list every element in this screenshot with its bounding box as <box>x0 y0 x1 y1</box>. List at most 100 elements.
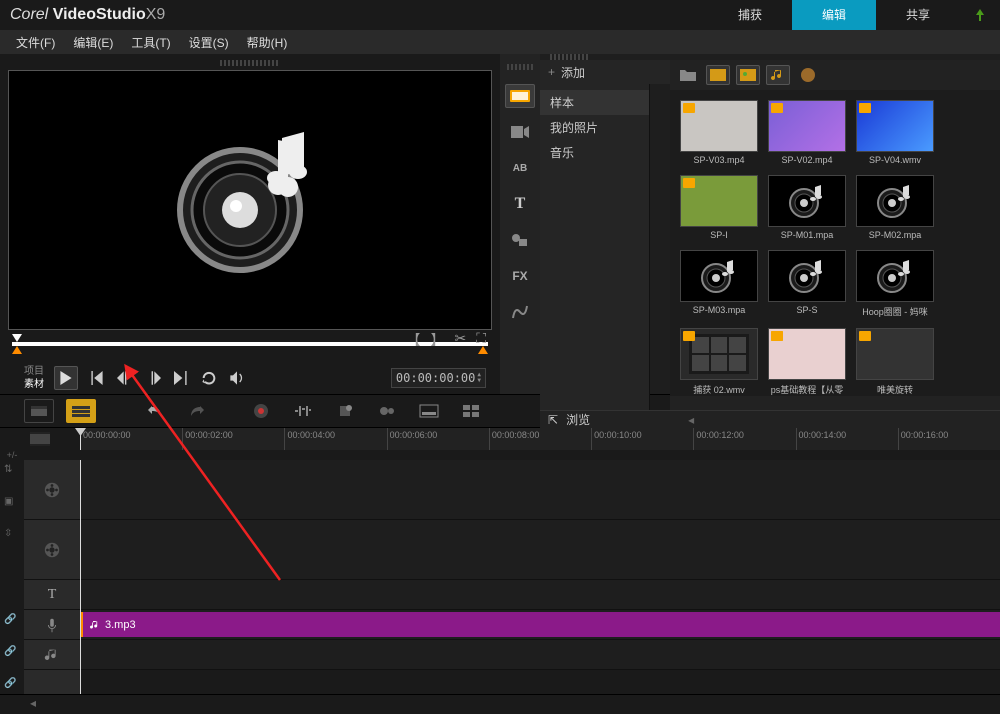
upload-icon[interactable] <box>960 7 1000 23</box>
go-end-button[interactable] <box>172 369 190 387</box>
preview-grip[interactable] <box>220 60 280 66</box>
folder-icon[interactable] <box>676 65 700 85</box>
tree-samples[interactable]: 样本 <box>540 90 649 115</box>
cat-filter-button[interactable]: FX <box>505 264 535 288</box>
music-track-lane[interactable] <box>80 640 1000 670</box>
trim-out-icon[interactable]: 】 <box>430 330 444 350</box>
track-link4-icon[interactable]: 🔗 <box>4 678 20 694</box>
thumb-item[interactable]: Hoop圈圈 - 妈咪 <box>856 250 934 318</box>
cat-path-button[interactable] <box>505 300 535 324</box>
track-music-header[interactable] <box>24 640 80 670</box>
expand-icon[interactable]: ⛶ <box>476 330 486 350</box>
split-icon[interactable]: ✂ <box>454 330 466 350</box>
preview-viewport[interactable] <box>8 70 492 330</box>
thumb-item[interactable]: SP-M01.mpa <box>768 175 846 240</box>
cat-graphics-button[interactable] <box>505 228 535 252</box>
track-video-header[interactable] <box>24 460 80 520</box>
motion-track-button[interactable] <box>372 399 402 423</box>
storyboard-view-button[interactable] <box>24 399 54 423</box>
ruler-mark: 00:00:12:00 <box>693 428 795 450</box>
cat-transition-button[interactable]: AB <box>505 156 535 180</box>
track-voice-header[interactable] <box>24 610 80 640</box>
thumb-item[interactable]: 唯美旋转 <box>856 328 934 396</box>
thumb-item[interactable]: SP-I <box>680 175 758 240</box>
tree-myphotos[interactable]: 我的照片 <box>540 115 649 140</box>
menu-help[interactable]: 帮助(H) <box>239 34 296 51</box>
filter-video-icon[interactable] <box>706 65 730 85</box>
filmstrip-icon <box>29 431 51 447</box>
frame-back-button[interactable] <box>116 369 134 387</box>
seek-playhead[interactable] <box>12 334 22 342</box>
thumb-item[interactable]: SP-V02.mp4 <box>768 100 846 165</box>
scroll-left-icon[interactable]: ◂ <box>30 696 36 710</box>
trim-in-icon[interactable]: 【 <box>406 330 420 350</box>
redo-button[interactable] <box>182 399 212 423</box>
track-lanes: 3.mp3 <box>80 460 1000 694</box>
add-folder-label[interactable]: 添加 <box>561 64 585 81</box>
tab-edit[interactable]: 编辑 <box>792 0 876 30</box>
tab-share[interactable]: 共享 <box>876 0 960 30</box>
thumb-item[interactable]: SP-V03.mp4 <box>680 100 758 165</box>
title-track-lane[interactable] <box>80 580 1000 610</box>
timeline-view-button[interactable] <box>66 399 96 423</box>
thumb-item[interactable]: SP-M02.mpa <box>856 175 934 240</box>
track-title-header[interactable]: T <box>24 580 80 610</box>
library-panel: AB T FX + 添加 样本 我的照片 音乐 <box>500 54 1000 394</box>
cat-video-button[interactable] <box>505 120 535 144</box>
mode-project: 项目 <box>14 365 44 378</box>
undo-button[interactable] <box>140 399 170 423</box>
thumb-item[interactable]: SP-S <box>768 250 846 318</box>
thumb-item[interactable]: SP-M03.mpa <box>680 250 758 318</box>
thumb-label: SP-S <box>768 305 846 315</box>
volume-button[interactable] <box>228 369 246 387</box>
add-folder-icon[interactable]: + <box>548 65 555 79</box>
track-scroll-icon[interactable]: ⇳ <box>4 528 20 544</box>
cat-media-button[interactable] <box>505 84 535 108</box>
thumb-label: SP-M02.mpa <box>856 230 934 240</box>
auto-music-button[interactable] <box>330 399 360 423</box>
filter-photo-icon[interactable] <box>736 65 760 85</box>
lib-nav-left-icon[interactable]: ◂ <box>688 413 694 427</box>
thumb-image <box>680 328 758 380</box>
timeline-scrollbar[interactable]: ◂ <box>0 694 1000 710</box>
track-link-icon[interactable]: ⇅ <box>4 464 20 480</box>
logo-corel: Corel <box>10 6 48 23</box>
browse-label[interactable]: 浏览 <box>566 411 590 428</box>
thumb-item[interactable]: ps基础教程【从零 <box>768 328 846 396</box>
menu-file[interactable]: 文件(F) <box>8 34 63 51</box>
tab-capture[interactable]: 捕获 <box>708 0 792 30</box>
record-button[interactable] <box>246 399 276 423</box>
seek-trim-start[interactable] <box>12 346 22 354</box>
track-layers-icon[interactable]: ▣ <box>4 496 20 512</box>
video-track-lane[interactable] <box>80 460 1000 520</box>
track-link3-icon[interactable]: 🔗 <box>4 646 20 662</box>
menu-settings[interactable]: 设置(S) <box>181 34 237 51</box>
browse-icon[interactable]: ⇱ <box>548 413 558 427</box>
timeline-ruler[interactable]: 00:00:00:0000:00:02:0000:00:04:0000:00:0… <box>80 428 1000 450</box>
track-link2-icon[interactable]: 🔗 <box>4 614 20 630</box>
thumb-label: SP-M01.mpa <box>768 230 846 240</box>
audio-mixer-button[interactable] <box>288 399 318 423</box>
thumb-item[interactable]: SP-V04.wmv <box>856 100 934 165</box>
filter-audio-icon[interactable] <box>766 65 790 85</box>
timecode-display[interactable]: 00:00:00:00 ▲▼ <box>391 368 486 388</box>
subtitle-button[interactable] <box>414 399 444 423</box>
tree-music[interactable]: 音乐 <box>540 140 649 165</box>
frame-forward-button[interactable] <box>144 369 162 387</box>
multicam-button[interactable] <box>456 399 486 423</box>
track-overlay-header[interactable] <box>24 520 80 580</box>
menu-tools[interactable]: 工具(T) <box>123 34 178 51</box>
menu-edit[interactable]: 编辑(E) <box>65 34 121 51</box>
go-start-button[interactable] <box>88 369 106 387</box>
preview-mode-toggle[interactable]: 项目 素材 <box>14 365 44 391</box>
library-scrollbar[interactable] <box>670 396 1000 410</box>
thumb-item[interactable]: 捕获 02.wmv <box>680 328 758 396</box>
overlay-track-lane[interactable] <box>80 520 1000 580</box>
voice-track-lane[interactable]: 3.mp3 <box>80 610 1000 640</box>
cat-title-button[interactable]: T <box>505 192 535 216</box>
audio-clip[interactable]: 3.mp3 <box>80 612 1000 637</box>
toggle-tracks-icon[interactable]: +/- <box>0 450 24 460</box>
filter-flash-icon[interactable] <box>796 65 820 85</box>
play-button[interactable] <box>54 366 78 390</box>
loop-button[interactable] <box>200 369 218 387</box>
